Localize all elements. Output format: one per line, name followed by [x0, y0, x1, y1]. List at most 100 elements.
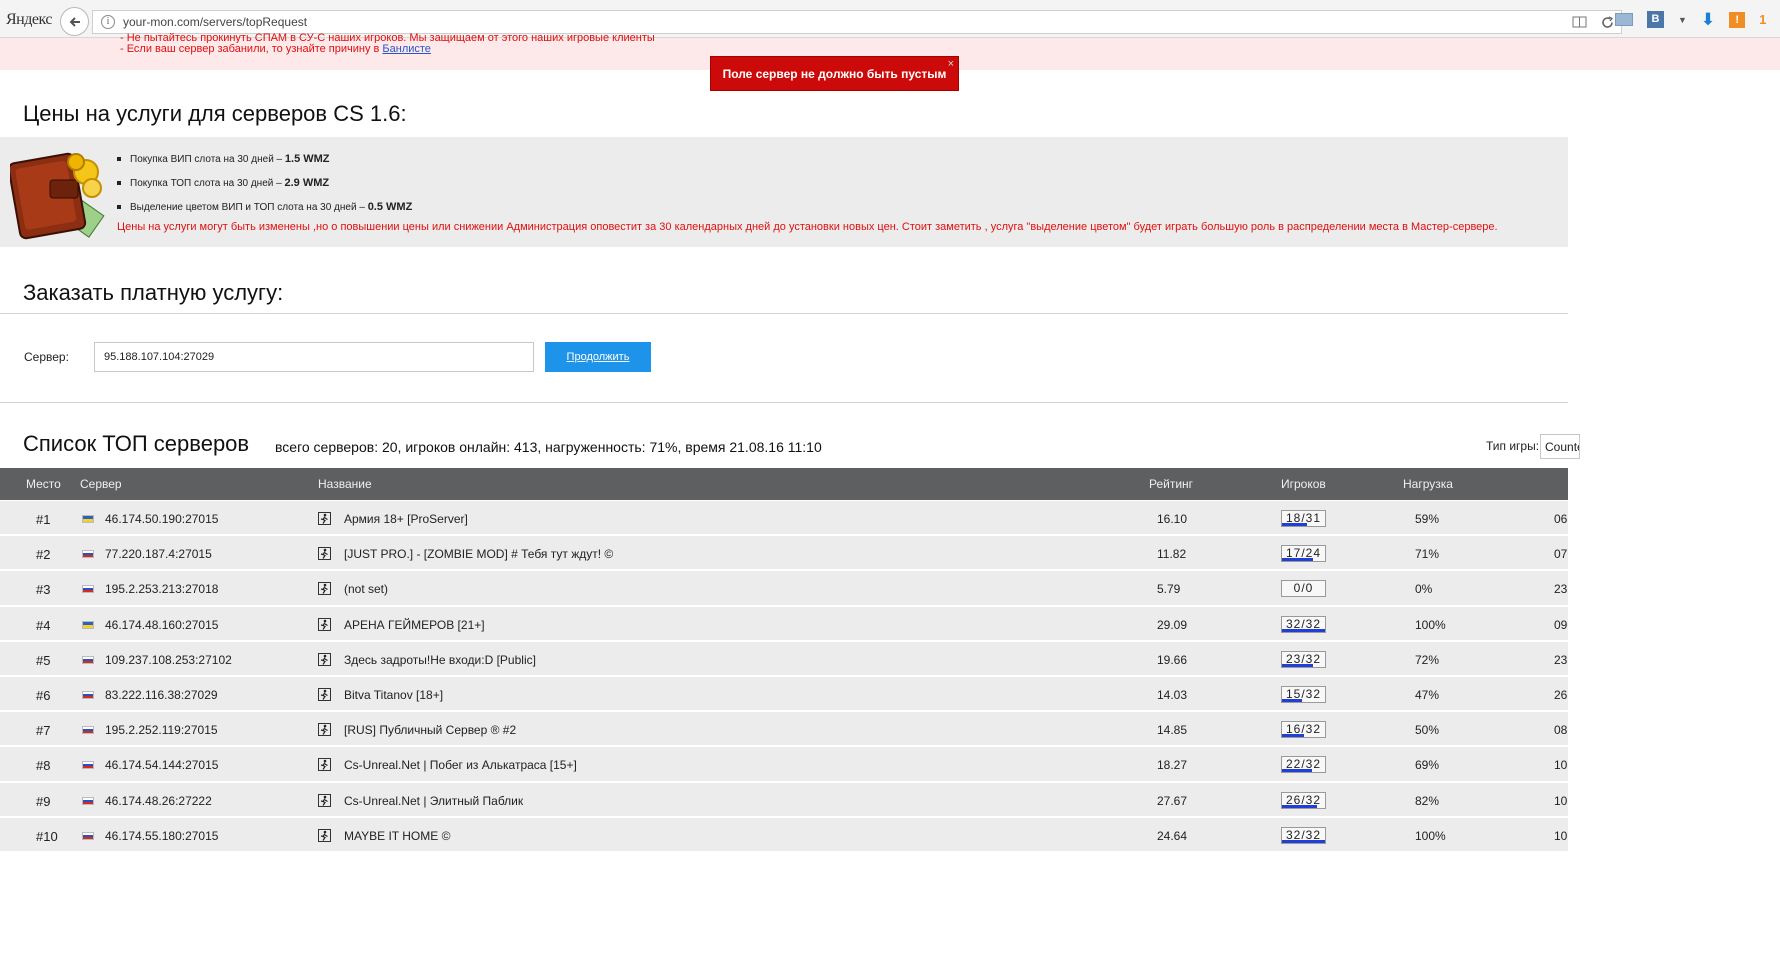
table-row[interactable]: #5 109.237.108.253:27102 Здесь задроты!Не … [0, 641, 1568, 677]
top-servers-title: Список ТОП серверов [23, 431, 250, 456]
row-server-name[interactable]: Bitva Titanov [18+] [344, 688, 443, 702]
table-row[interactable]: #8 46.174.54.144:27015 Cs-Unreal.Net | Поб… [0, 747, 1568, 783]
row-server-address[interactable]: 195.2.252.119:27015 [105, 723, 218, 737]
row-rating: 24.64 [1157, 828, 1188, 843]
price-list: Покупка ВИП слота на 30 дней – 1.5 WMZ П… [117, 151, 412, 223]
column-header-server[interactable]: Сервер [80, 477, 122, 491]
row-server-name[interactable]: [RUS] Публичный Сервер ® #2 [344, 723, 516, 737]
row-players-value: 22/32 [1285, 757, 1322, 772]
row-server-name[interactable]: (not set) [344, 582, 388, 596]
flag-icon [82, 726, 94, 735]
close-icon[interactable]: × [948, 58, 954, 70]
mail-icon[interactable] [1615, 13, 1633, 26]
column-header-players[interactable]: Игроков [1281, 477, 1326, 491]
row-extra: 26 [1554, 687, 1568, 702]
url-text[interactable]: your-mon.com/servers/topRequest [123, 15, 307, 29]
row-server-name[interactable]: [JUST PRO.] - [ZOMBIE MOD] # Тебя тут жд… [344, 547, 613, 561]
reader-mode-icon[interactable] [1571, 14, 1587, 30]
game-icon [318, 758, 331, 772]
game-icon [318, 512, 331, 525]
flag-icon [82, 796, 94, 805]
server-input[interactable] [94, 342, 534, 372]
row-load: 100% [1415, 617, 1446, 632]
row-place: #3 [36, 582, 51, 598]
wallet-icon [10, 152, 105, 240]
warning-line-2: - Если ваш сервер забанили, то узнайте п… [120, 43, 431, 55]
row-players-value: 15/32 [1285, 686, 1322, 701]
price-item-label: Покупка ТОП слота на 30 дней – [130, 178, 285, 189]
price-item-value: 0.5 WMZ [367, 201, 413, 213]
row-place: #4 [36, 617, 51, 633]
row-players-value: 26/32 [1285, 792, 1322, 807]
game-icon [318, 723, 331, 737]
row-players-value: 23/32 [1285, 651, 1322, 666]
row-server-name[interactable]: Армия 18+ [ProServer] [344, 512, 468, 526]
row-load: 71% [1415, 547, 1440, 562]
row-server-name[interactable]: MAYBE IT HOME © [344, 829, 450, 843]
info-icon[interactable]: i [101, 15, 115, 29]
row-players-value: 18/31 [1285, 511, 1322, 525]
reload-icon[interactable] [1599, 14, 1615, 30]
row-server-address[interactable]: 46.174.48.26:27222 [105, 794, 212, 808]
row-server-address[interactable]: 77.220.187.4:27015 [105, 547, 212, 561]
row-server-name[interactable]: Cs-Unreal.Net | Элитный Паблик [344, 794, 523, 808]
column-header-place[interactable]: Место [26, 477, 61, 491]
table-row[interactable]: #3 195.2.253.213:27018 (not set) 5.79 0/0 0% 2… [0, 571, 1568, 607]
table-row[interactable]: #9 46.174.48.26:27222 Cs-Unreal.Net | Элит… [0, 782, 1568, 818]
row-server-name[interactable]: Cs-Unreal.Net | Побег из Алькатраса [15+… [344, 758, 577, 772]
row-players: 23/32 [1281, 650, 1326, 668]
yandex-logo[interactable]: Яндекс [6, 11, 52, 29]
table-row[interactable]: #4 46.174.48.160:27015 АРЕНА ГЕЙМЕРОВ [21+… [0, 606, 1568, 642]
game-icon [318, 652, 331, 666]
address-bar[interactable]: i your-mon.com/servers/topRequest [92, 10, 1622, 34]
chevron-down-icon[interactable]: ▼ [1678, 15, 1687, 25]
game-type-select[interactable]: Counter-Strike 1.6 [1540, 434, 1580, 459]
row-load: 72% [1415, 652, 1440, 667]
table-row[interactable]: #6 83.222.116.38:27029 Bitva Titanov [18+]… [0, 676, 1568, 713]
row-place: #7 [36, 723, 51, 739]
column-header-name[interactable]: Название [318, 477, 372, 491]
download-icon[interactable]: ⬇ [1701, 11, 1715, 28]
continue-button[interactable]: Продолжить [545, 342, 651, 372]
game-icon [318, 828, 331, 842]
game-icon [318, 687, 331, 701]
row-players: 15/32 [1281, 685, 1326, 703]
row-server-name[interactable]: АРЕНА ГЕЙМЕРОВ [21+] [344, 618, 485, 632]
row-load: 69% [1415, 758, 1440, 773]
column-header-rating[interactable]: Рейтинг [1149, 477, 1193, 491]
banlist-link[interactable]: Банлисте [382, 43, 431, 55]
row-players: 16/32 [1281, 721, 1326, 739]
row-load: 50% [1415, 723, 1440, 738]
table-row[interactable]: #2 77.220.187.4:27015 [JUST PRO.] - [ZOMBI… [0, 536, 1568, 572]
row-rating: 27.67 [1157, 793, 1188, 808]
row-server-address[interactable]: 109.237.108.253:27102 [105, 653, 232, 667]
table-row[interactable]: #1 46.174.50.190:27015 Армия 18+ [ProServe… [0, 501, 1568, 537]
row-server-address[interactable]: 46.174.50.190:27015 [105, 512, 218, 526]
game-icon [318, 793, 331, 807]
row-extra: 09 [1554, 617, 1568, 632]
row-players-value: 16/32 [1285, 722, 1322, 737]
back-button[interactable] [60, 7, 89, 36]
warning-line-2-text: - Если ваш сервер забанили, то узнайте п… [120, 43, 383, 55]
top-servers-stats: всего серверов: 20, игроков онлайн: 413,… [275, 439, 822, 455]
table-row[interactable]: #10 46.174.55.180:27015 MAYBE IT HOME © 24.… [0, 817, 1568, 853]
row-server-address[interactable]: 195.2.253.213:27018 [105, 582, 218, 596]
row-server-address[interactable]: 83.222.116.38:27029 [105, 688, 218, 702]
row-server-address[interactable]: 46.174.48.160:27015 [105, 618, 218, 632]
row-load: 100% [1415, 828, 1446, 843]
row-server-address[interactable]: 46.174.55.180:27015 [105, 829, 218, 843]
price-item: Покупка ВИП слота на 30 дней – 1.5 WMZ [117, 151, 412, 175]
row-place: #5 [36, 652, 51, 668]
row-extra: 23 [1554, 582, 1568, 597]
price-item-value: 2.9 WMZ [284, 177, 330, 189]
row-server-address[interactable]: 46.174.54.144:27015 [105, 758, 218, 772]
row-place: #6 [36, 687, 51, 703]
table-row[interactable]: #7 195.2.252.119:27015 [RUS] Публичный Сер… [0, 712, 1568, 748]
row-place: #9 [36, 793, 51, 809]
column-header-load[interactable]: Нагрузка [1403, 477, 1453, 491]
row-rating: 11.82 [1157, 547, 1187, 562]
vk-icon[interactable]: В [1647, 11, 1664, 28]
row-server-name[interactable]: Здесь задроты!Не входи:D [Public] [344, 653, 536, 667]
extension-icon[interactable]: ! [1729, 11, 1746, 28]
row-players-value: 32/32 [1285, 616, 1322, 631]
